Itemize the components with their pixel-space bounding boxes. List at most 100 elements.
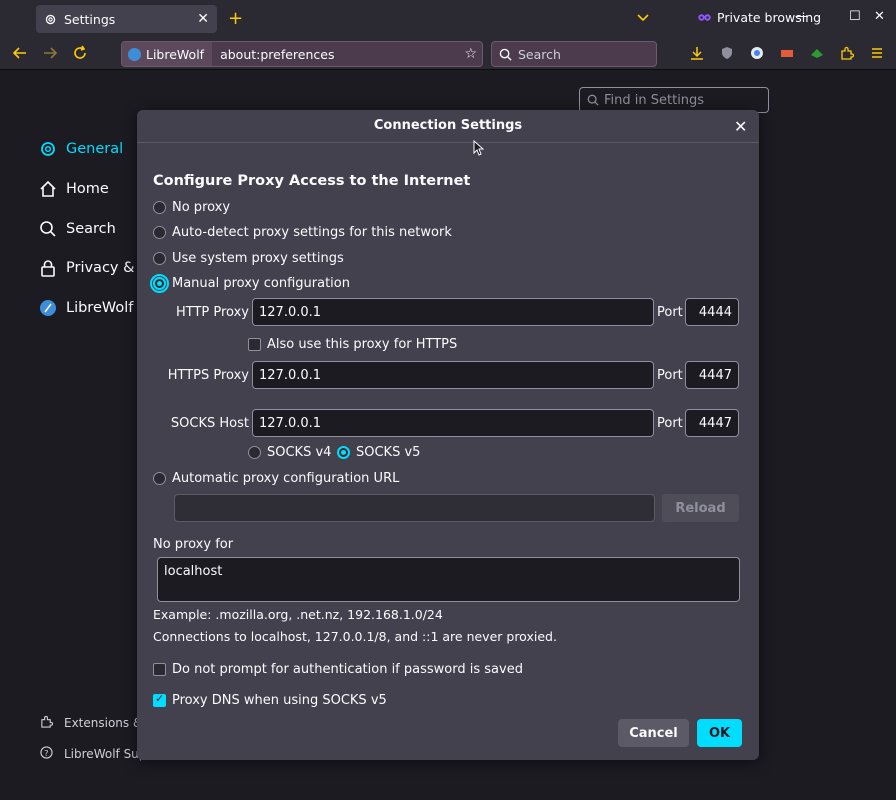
sidebar-footer-extensions[interactable]: Extensions & [40, 715, 142, 731]
proxy-heading: Configure Proxy Access to the Internet [153, 173, 471, 189]
radio-no-proxy[interactable]: No proxy [153, 200, 230, 215]
chevron-down-icon[interactable] [636, 10, 650, 24]
radio-label: No proxy [172, 200, 231, 215]
mouse-cursor-icon [473, 140, 484, 156]
reload-icon[interactable] [72, 45, 88, 61]
radio-system-proxy[interactable]: Use system proxy settings [153, 251, 344, 266]
tab-title: Settings [64, 11, 116, 27]
sidebar-item-label: Home [66, 181, 109, 197]
dialog-close-icon[interactable]: ✕ [734, 117, 747, 136]
socks-host-label: SOCKS Host [170, 416, 249, 431]
radio-label: Use system proxy settings [172, 251, 344, 266]
ok-button[interactable]: OK [697, 719, 742, 747]
radio-label: Manual proxy configuration [172, 276, 350, 291]
url-bar[interactable]: LibreWolf about:preferences ☆ [121, 41, 483, 67]
google-extension-icon[interactable] [750, 46, 764, 60]
checkbox-checked[interactable] [153, 692, 166, 707]
sidebar-item-label: LibreWolf [66, 300, 134, 316]
radio-socks-v5[interactable]: SOCKS v5 [337, 445, 420, 460]
radio-button[interactable] [153, 472, 166, 485]
reload-button[interactable]: Reload [662, 494, 739, 522]
radio-auto-proxy-url[interactable]: Automatic proxy configuration URL [153, 471, 399, 486]
radio-socks-v4[interactable]: SOCKS v4 [248, 445, 331, 460]
http-port-input[interactable]: 4444 [685, 298, 739, 326]
https-proxy-label: HTTPS Proxy [167, 368, 249, 383]
sidebar-footer-support[interactable]: ? LibreWolf Sup [40, 746, 146, 762]
librewolf-icon [128, 47, 141, 61]
gear-icon [45, 14, 56, 24]
download-icon[interactable] [690, 46, 704, 60]
extensions-icon[interactable] [840, 46, 854, 60]
minimize-button[interactable]: — [795, 9, 808, 24]
identity-label: LibreWolf [146, 46, 205, 62]
checkbox-label: Do not prompt for authentication if pass… [172, 662, 523, 677]
nav-toolbar: LibreWolf about:preferences ☆ Search [0, 37, 896, 70]
checkbox[interactable] [248, 338, 261, 351]
radio-auto-detect[interactable]: Auto-detect proxy settings for this netw… [153, 225, 452, 240]
checkbox-proxy-dns[interactable]: Proxy DNS when using SOCKS v5 [153, 692, 387, 708]
sidebar-item-label: General [66, 141, 124, 157]
sidebar-item-label: Privacy & S [66, 260, 149, 276]
back-icon[interactable] [12, 45, 28, 61]
checkbox-no-prompt-auth[interactable]: Do not prompt for authentication if pass… [153, 662, 523, 677]
radio-label: Auto-detect proxy settings for this netw… [172, 225, 452, 240]
checkbox-also-https[interactable]: Also use this proxy for HTTPS [248, 337, 457, 352]
private-mask-icon [698, 14, 711, 21]
tab-close-icon[interactable]: ✕ [197, 11, 209, 27]
radio-button[interactable] [248, 446, 261, 459]
new-tab-button[interactable]: + [228, 8, 243, 29]
sidebar-item-librewolf[interactable]: LibreWolf [38, 298, 133, 318]
never-proxied-text: Connections to localhost, 127.0.0.1/8, a… [153, 629, 557, 644]
https-proxy-input[interactable]: 127.0.0.1 [252, 361, 654, 389]
https-port-label: Port [657, 368, 683, 383]
close-window-button[interactable]: ✕ [874, 9, 885, 24]
sidebar-item-general[interactable]: General [38, 139, 123, 159]
url-text[interactable]: about:preferences [220, 47, 464, 62]
redirect-extension-icon[interactable] [780, 46, 794, 60]
search-icon [587, 94, 599, 106]
cancel-button[interactable]: Cancel [618, 719, 689, 747]
ublock-icon[interactable] [720, 46, 734, 60]
no-proxy-textarea[interactable]: localhost [157, 557, 740, 602]
help-icon: ? [40, 746, 54, 762]
search-icon [499, 48, 512, 61]
socks-port-label: Port [657, 416, 683, 431]
socks-port-input[interactable]: 4447 [685, 409, 739, 437]
librewolf-icon [38, 298, 58, 318]
http-proxy-label: HTTP Proxy [175, 305, 249, 320]
svg-text:?: ? [44, 748, 48, 758]
radio-button[interactable] [153, 252, 166, 265]
auto-proxy-url-input[interactable] [174, 494, 655, 522]
green-extension-icon[interactable] [810, 46, 824, 60]
checkbox[interactable] [153, 663, 166, 676]
http-proxy-input[interactable]: 127.0.0.1 [252, 298, 654, 326]
radio-button-selected[interactable] [150, 274, 169, 293]
search-bar[interactable]: Search [491, 41, 657, 67]
search-placeholder: Search [518, 46, 561, 62]
menu-icon[interactable] [870, 46, 884, 60]
https-port-input[interactable]: 4447 [685, 361, 739, 389]
radio-manual-proxy[interactable]: Manual proxy configuration [150, 274, 350, 293]
tab-settings[interactable]: Settings ✕ [36, 5, 217, 33]
radio-label: SOCKS v5 [356, 445, 421, 460]
dialog-title: Connection Settings [373, 118, 523, 133]
radio-button-selected[interactable] [337, 446, 350, 459]
no-proxy-label: No proxy for [153, 537, 234, 552]
socks-host-input[interactable]: 127.0.0.1 [252, 409, 654, 437]
sidebar-item-label: Search [66, 221, 116, 237]
http-port-label: Port [657, 305, 683, 320]
forward-icon[interactable] [42, 45, 58, 61]
identity-box[interactable]: LibreWolf [122, 42, 213, 66]
sidebar-item-home[interactable]: Home [38, 179, 109, 199]
radio-button[interactable] [153, 226, 166, 239]
find-placeholder: Find in Settings [604, 92, 705, 108]
maximize-button[interactable]: ☐ [849, 9, 861, 24]
sidebar-item-privacy[interactable]: Privacy & S [38, 258, 148, 278]
checkbox-label: Also use this proxy for HTTPS [267, 337, 458, 352]
radio-label: SOCKS v4 [267, 445, 332, 460]
radio-button[interactable] [153, 201, 166, 214]
gear-icon [38, 139, 58, 159]
bookmark-star-icon[interactable]: ☆ [464, 46, 477, 62]
sidebar-item-search[interactable]: Search [38, 219, 116, 239]
dialog-header: Connection Settings ✕ [137, 110, 759, 143]
